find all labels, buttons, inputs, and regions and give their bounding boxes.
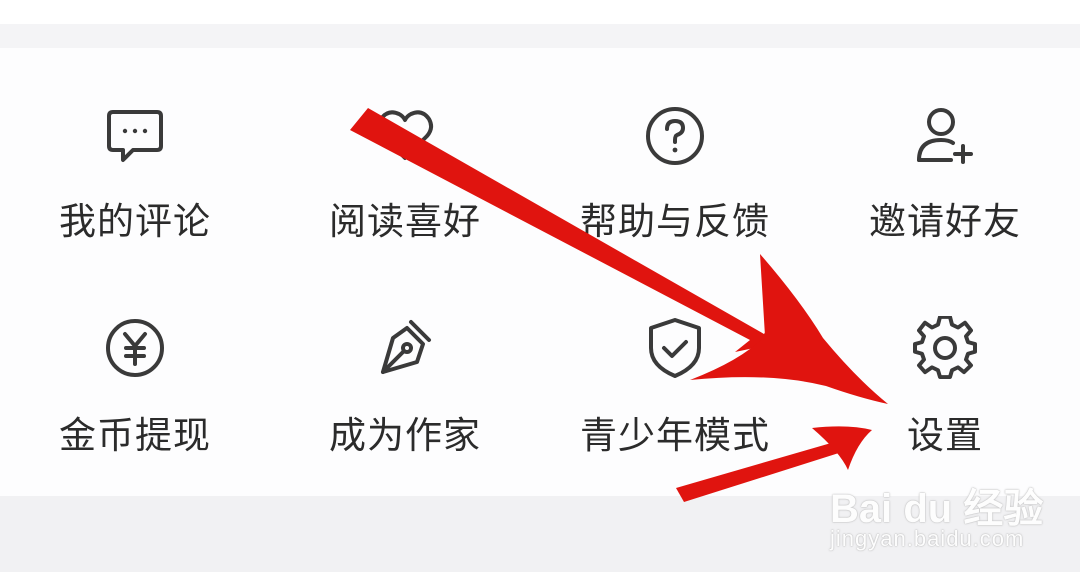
menu-item-help-feedback[interactable]: 帮助与反馈 — [540, 48, 810, 261]
gear-icon — [913, 316, 977, 380]
watermark-url: jingyan.baidu.com — [830, 526, 1025, 551]
shield-check-icon — [643, 316, 707, 380]
menu-item-my-comments[interactable]: 我的评论 — [0, 48, 270, 261]
section-divider — [0, 24, 1080, 48]
menu-item-label: 邀请好友 — [869, 200, 1021, 243]
menu-item-teen-mode[interactable]: 青少年模式 — [540, 261, 810, 496]
top-strip — [0, 0, 1080, 24]
menu-item-label: 成为作家 — [329, 414, 481, 457]
menu-item-label: 我的评论 — [59, 200, 211, 243]
comment-icon — [103, 104, 167, 168]
menu-item-become-writer[interactable]: 成为作家 — [270, 261, 540, 496]
menu-item-label: 阅读喜好 — [329, 200, 481, 243]
menu-item-settings[interactable]: 设置 — [810, 261, 1080, 496]
help-icon — [643, 104, 707, 168]
menu-item-label: 帮助与反馈 — [580, 200, 770, 243]
menu-item-label: 设置 — [907, 414, 983, 457]
menu-item-coin-withdraw[interactable]: 金币提现 — [0, 261, 270, 496]
menu-grid: 我的评论 阅读喜好 帮助与反馈 邀请好友 金币提现 成为作家 青少年模式 设置 — [0, 48, 1080, 496]
menu-item-invite-friends[interactable]: 邀请好友 — [810, 48, 1080, 261]
menu-item-label: 青少年模式 — [580, 414, 770, 457]
menu-item-reading-preference[interactable]: 阅读喜好 — [270, 48, 540, 261]
heart-icon — [373, 104, 437, 168]
pen-icon — [373, 316, 437, 380]
yuan-coin-icon — [103, 316, 167, 380]
baidu-jingyan-watermark: Bai du 经验 jingyan.baidu.com — [830, 470, 1050, 560]
add-friend-icon — [913, 104, 977, 168]
menu-item-label: 金币提现 — [59, 414, 211, 457]
